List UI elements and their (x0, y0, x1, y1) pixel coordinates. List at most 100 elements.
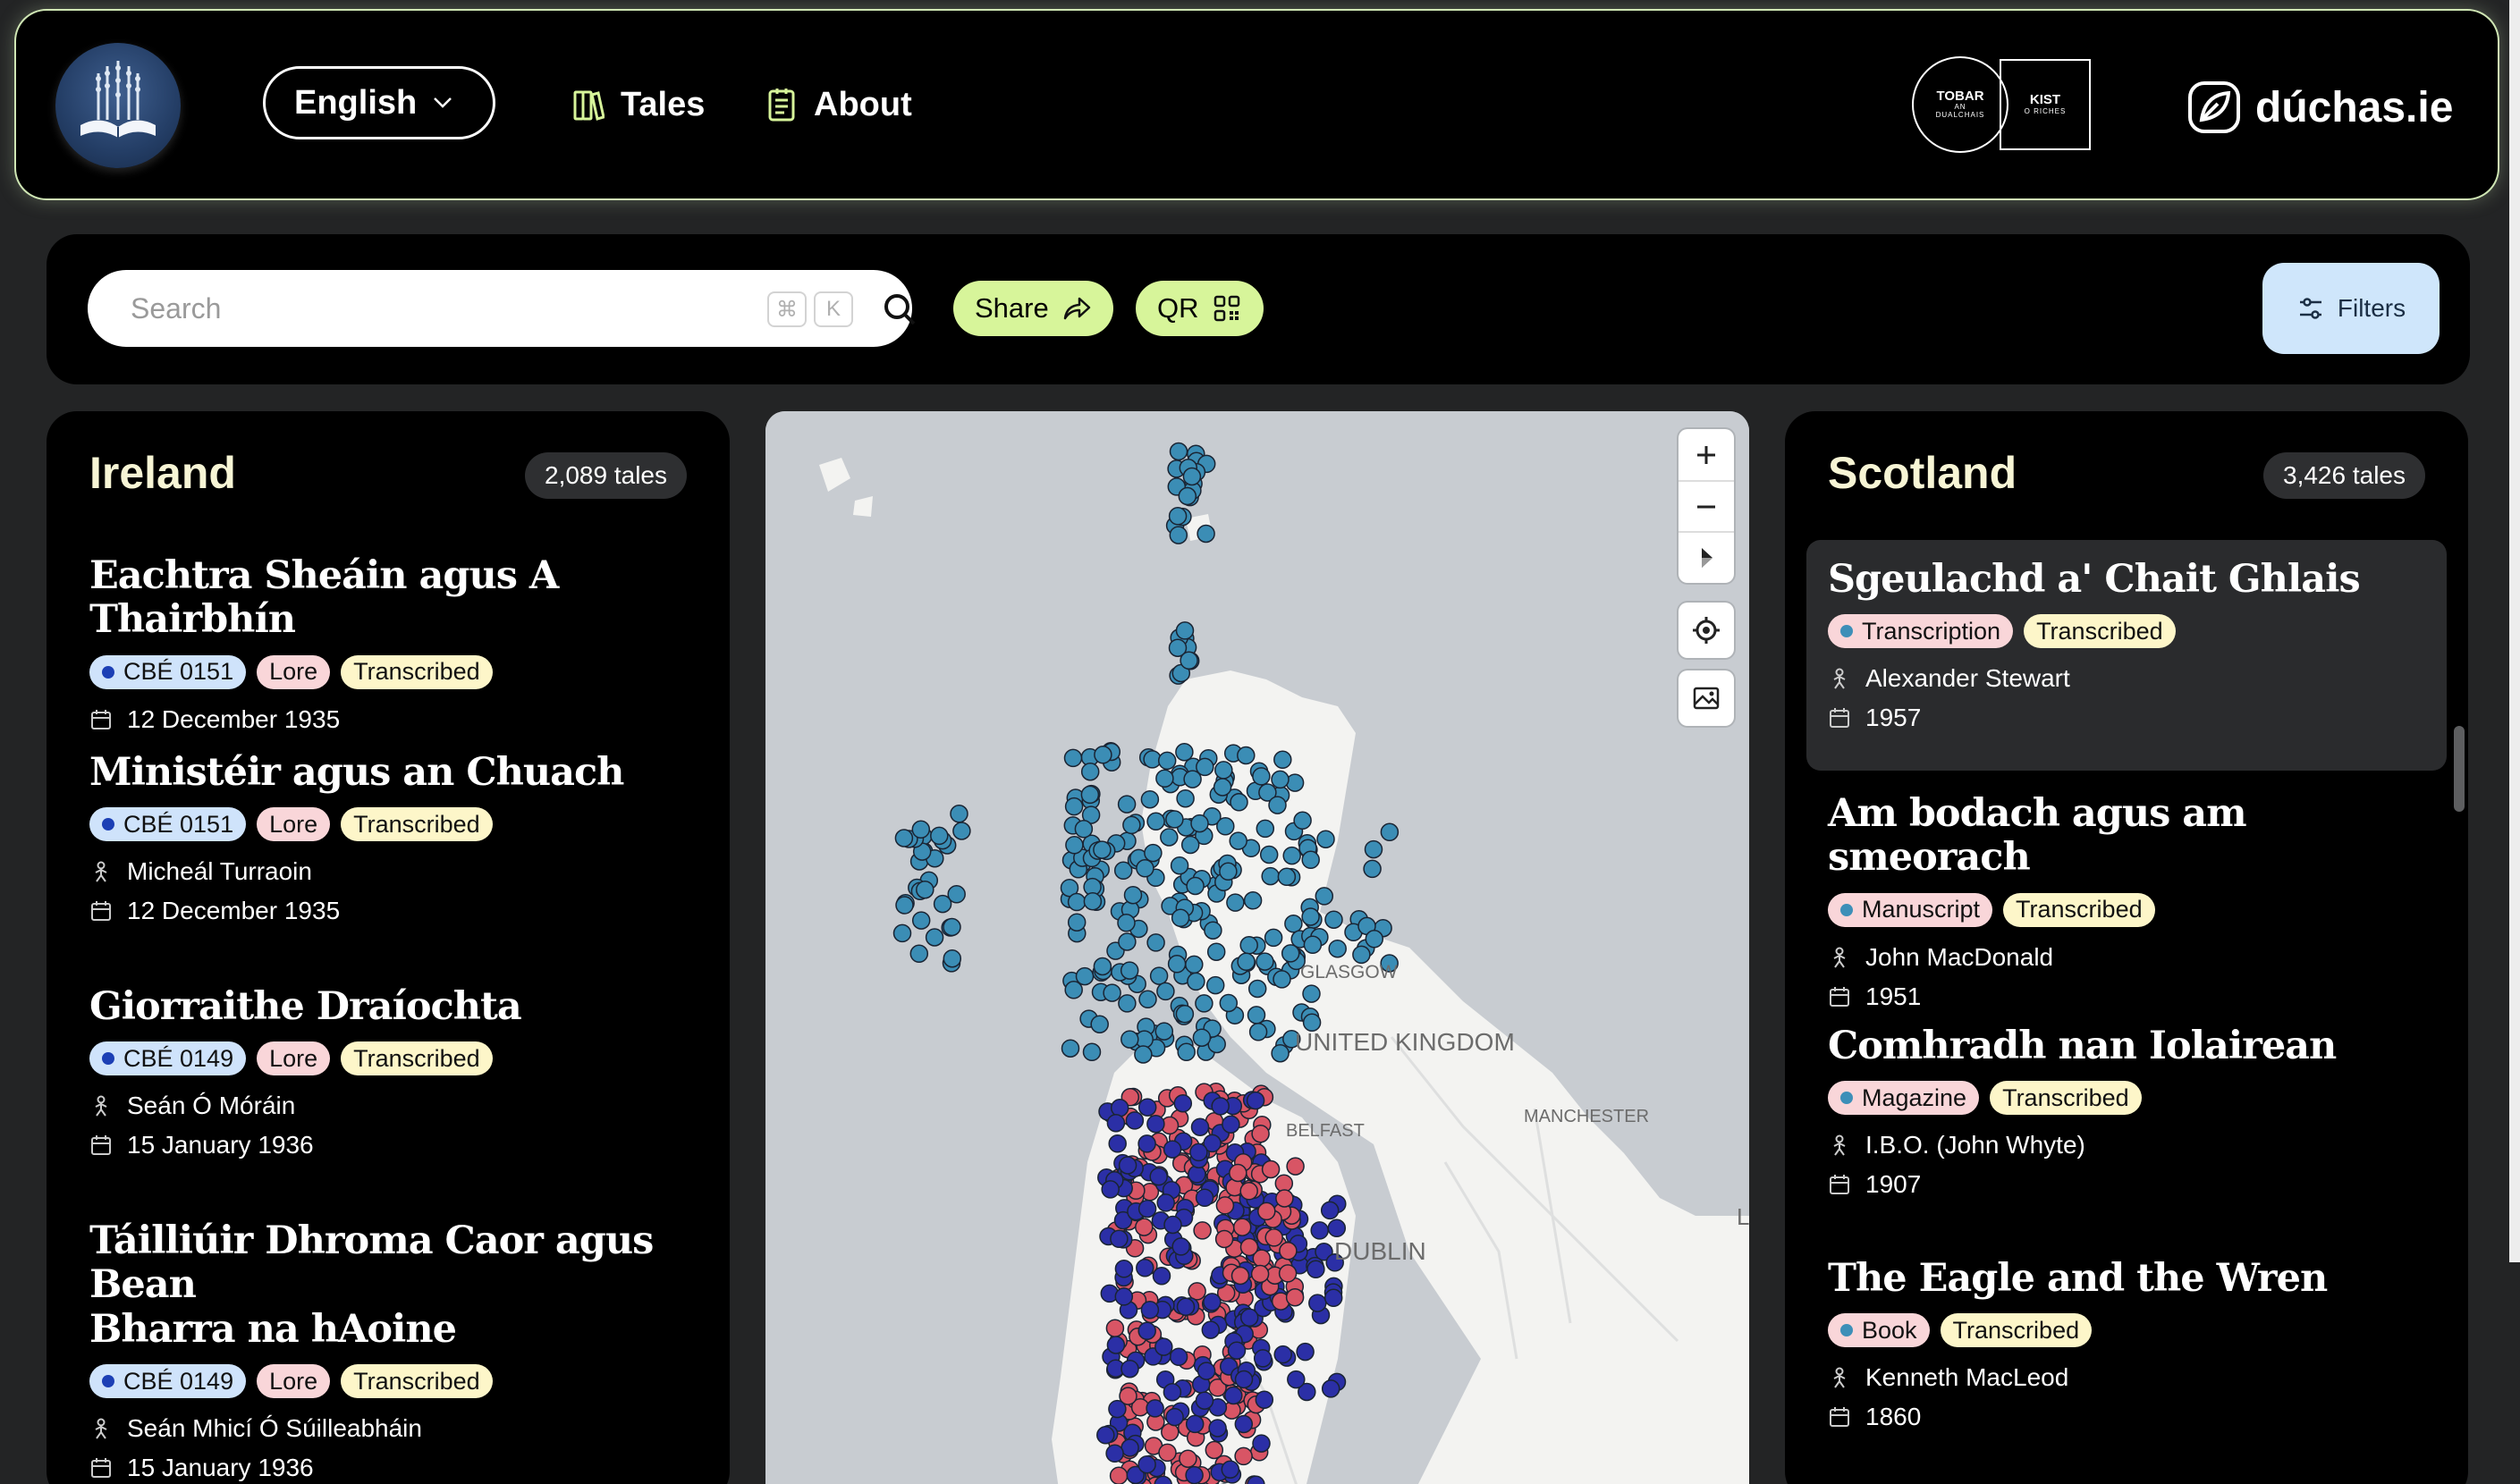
duchas-link[interactable]: dúchas.ie (2187, 80, 2453, 134)
tale-marker[interactable] (1281, 944, 1300, 963)
tale-markers[interactable] (765, 411, 1749, 1484)
tale-marker[interactable] (1093, 840, 1112, 859)
tale-marker[interactable] (1106, 1336, 1126, 1354)
tale-marker[interactable] (1221, 1460, 1240, 1480)
locate-button[interactable] (1679, 603, 1734, 658)
tale-marker[interactable] (943, 917, 961, 937)
tale-item[interactable]: Am bodach agus am smeorach Manuscript Tr… (1806, 791, 2447, 1011)
tale-marker[interactable] (1180, 835, 1200, 855)
tale-marker[interactable] (1215, 1196, 1235, 1215)
tale-marker[interactable] (1230, 793, 1248, 812)
tale-marker[interactable] (1182, 467, 1202, 486)
tale-marker[interactable] (1259, 845, 1279, 864)
tale-marker[interactable] (911, 911, 931, 930)
tale-marker[interactable] (1117, 914, 1136, 932)
tale-marker[interactable] (1197, 1362, 1216, 1380)
tale-marker[interactable] (1352, 945, 1371, 965)
tale-marker[interactable] (1064, 797, 1084, 816)
tale-marker[interactable] (1146, 1114, 1165, 1134)
tale-marker[interactable] (1320, 1201, 1340, 1220)
tale-marker[interactable] (1275, 1189, 1294, 1208)
tale-marker[interactable] (1316, 830, 1335, 848)
tale-marker[interactable] (1101, 1180, 1120, 1199)
tale-marker[interactable] (1137, 1098, 1157, 1117)
map-view[interactable]: GLASGOW UNITED KINGDOM BELFAST MANCHESTE… (765, 411, 1749, 1484)
tale-marker[interactable] (1177, 1042, 1196, 1062)
tale-marker[interactable] (952, 822, 971, 840)
tale-marker[interactable] (1296, 1342, 1315, 1362)
tale-marker[interactable] (1090, 1015, 1109, 1033)
tale-marker[interactable] (1108, 1134, 1127, 1153)
tale-marker[interactable] (1096, 1426, 1115, 1445)
tale-marker[interactable] (1169, 526, 1188, 544)
tale-marker[interactable] (1234, 1370, 1254, 1389)
tale-marker[interactable] (1239, 936, 1258, 955)
tale-marker[interactable] (1256, 819, 1275, 839)
tale-marker[interactable] (1185, 955, 1204, 974)
tale-marker[interactable] (1285, 773, 1305, 792)
compass-button[interactable] (1679, 531, 1734, 582)
tale-marker[interactable] (1256, 952, 1274, 971)
tale-marker[interactable] (1152, 1267, 1171, 1286)
tale-marker[interactable] (1219, 862, 1238, 881)
tale-marker[interactable] (1285, 1287, 1305, 1307)
tale-marker[interactable] (947, 885, 966, 904)
tale-marker[interactable] (892, 923, 912, 943)
tale-marker[interactable] (1193, 1221, 1212, 1240)
tale-marker[interactable] (1105, 1319, 1125, 1337)
tale-marker[interactable] (1171, 908, 1190, 928)
tale-marker[interactable] (1213, 778, 1232, 797)
tale-item[interactable]: Táilliúir Dhroma Caor agus Bean Bharra n… (68, 1218, 708, 1482)
tale-marker[interactable] (1120, 961, 1139, 980)
tale-marker[interactable] (1185, 1465, 1204, 1484)
tale-marker[interactable] (1203, 1293, 1222, 1311)
tale-marker[interactable] (1185, 1414, 1205, 1434)
tale-marker[interactable] (1169, 1347, 1188, 1367)
tale-marker[interactable] (1155, 769, 1174, 788)
tale-marker[interactable] (1327, 1218, 1347, 1238)
tale-marker[interactable] (943, 949, 962, 968)
tale-marker[interactable] (1110, 1099, 1129, 1117)
tale-marker[interactable] (1106, 1113, 1126, 1133)
tale-marker[interactable] (1188, 1165, 1206, 1184)
tale-marker[interactable] (916, 880, 934, 899)
tale-marker[interactable] (1211, 1097, 1230, 1116)
tale-marker[interactable] (950, 805, 968, 823)
tale-marker[interactable] (1175, 743, 1194, 762)
tale-marker[interactable] (1125, 1111, 1145, 1130)
tale-marker[interactable] (911, 820, 931, 839)
tale-marker[interactable] (1163, 1382, 1182, 1402)
language-select[interactable]: English (263, 66, 495, 139)
tale-marker[interactable] (1195, 994, 1213, 1013)
tale-marker[interactable] (1149, 966, 1169, 985)
tale-item[interactable]: The Eagle and the Wren Book Transcribed … (1806, 1256, 2447, 1431)
site-logo[interactable] (55, 43, 181, 168)
tale-marker[interactable] (1273, 750, 1292, 770)
tale-marker[interactable] (1137, 1134, 1156, 1153)
tale-marker[interactable] (1273, 1345, 1292, 1364)
tale-marker[interactable] (1065, 836, 1084, 855)
tale-marker[interactable] (1214, 761, 1233, 780)
tale-marker[interactable] (894, 829, 914, 847)
tale-marker[interactable] (1279, 1242, 1298, 1261)
tale-marker[interactable] (1253, 1349, 1273, 1368)
tale-marker[interactable] (1328, 939, 1347, 958)
tale-marker[interactable] (1061, 1039, 1080, 1058)
tale-marker[interactable] (1176, 1297, 1196, 1317)
tale-marker[interactable] (1137, 1199, 1157, 1218)
tale-marker[interactable] (1271, 1043, 1290, 1063)
tale-marker[interactable] (1237, 952, 1256, 972)
tale-marker[interactable] (1268, 796, 1287, 814)
tale-marker[interactable] (1195, 1188, 1214, 1208)
tale-marker[interactable] (1363, 859, 1382, 879)
tale-marker[interactable] (1310, 1221, 1329, 1240)
tale-marker[interactable] (1252, 767, 1271, 786)
tale-marker[interactable] (1271, 770, 1290, 789)
tale-marker[interactable] (1140, 789, 1160, 809)
tale-marker[interactable] (1365, 930, 1384, 949)
tale-marker[interactable] (1120, 1359, 1139, 1379)
tale-marker[interactable] (1302, 984, 1321, 1003)
tale-marker[interactable] (1108, 1399, 1127, 1419)
tale-marker[interactable] (1067, 913, 1087, 932)
tale-marker[interactable] (1105, 1444, 1124, 1463)
